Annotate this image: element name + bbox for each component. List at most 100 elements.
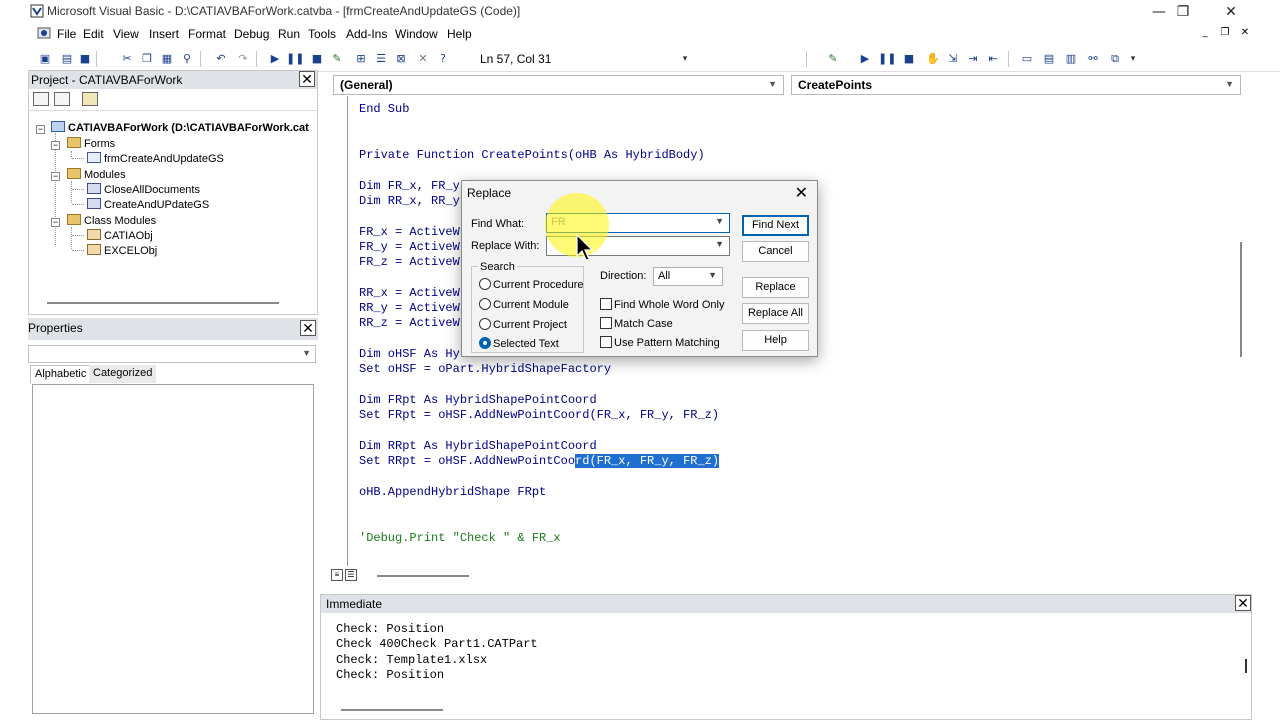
- toolbox-icon[interactable]: ✕: [414, 50, 432, 68]
- view-excel-icon[interactable]: ▣: [36, 50, 54, 68]
- view-code-icon[interactable]: [33, 92, 49, 106]
- code-horizontal-scrollbar[interactable]: [377, 575, 469, 577]
- help-button[interactable]: Help: [742, 330, 809, 351]
- project-horizontal-scrollbar[interactable]: [47, 302, 279, 304]
- cancel-button[interactable]: Cancel: [742, 241, 809, 262]
- dialog-close-button[interactable]: ✕: [795, 183, 808, 202]
- insert-userform-icon[interactable]: ▤: [58, 50, 76, 68]
- watch-window-icon[interactable]: ▥: [1062, 50, 1080, 68]
- toggle-folders-icon[interactable]: [82, 92, 98, 106]
- menu-run[interactable]: Run: [278, 27, 300, 41]
- mdi-restore-button[interactable]: ❐: [1218, 26, 1232, 40]
- project-explorer: Project - CATIAVBAForWork ✕ − CATIAVBAFo…: [28, 70, 318, 315]
- use-pattern-matching-checkbox[interactable]: Use Pattern Matching: [600, 336, 720, 349]
- paste-icon[interactable]: ▦: [158, 50, 176, 68]
- project-explorer-close-button[interactable]: ✕: [299, 71, 315, 88]
- tab-alphabetic[interactable]: Alphabetic: [30, 365, 92, 383]
- properties-window-icon[interactable]: ☰: [372, 50, 390, 68]
- view-object-icon[interactable]: [54, 92, 70, 106]
- project-explorer-icon[interactable]: ⊞: [352, 50, 370, 68]
- mdi-close-button[interactable]: ✕: [1238, 26, 1252, 40]
- properties-object-select[interactable]: ▼: [28, 345, 316, 363]
- object-browser-icon[interactable]: ⊠: [392, 50, 410, 68]
- tree-item-createandupdategs[interactable]: CreateAndUPdateGS: [87, 198, 209, 211]
- step-into-icon[interactable]: ⇲: [944, 50, 962, 68]
- save-icon[interactable]: ■: [76, 50, 94, 68]
- procedure-view-button[interactable]: ≡: [331, 569, 343, 581]
- procedure-combo[interactable]: CreatePoints ▼: [791, 75, 1241, 95]
- debug-reset-icon[interactable]: ■: [900, 50, 918, 68]
- menu-debug[interactable]: Debug: [234, 27, 269, 41]
- menu-edit[interactable]: Edit: [83, 27, 104, 41]
- menu-view[interactable]: View: [113, 27, 139, 41]
- restore-button[interactable]: ❐: [1160, 1, 1206, 23]
- find-whole-word-checkbox[interactable]: Find Whole Word Only: [600, 298, 724, 311]
- modules-collapse-toggle[interactable]: −: [51, 172, 60, 181]
- radio-current-procedure[interactable]: Current Procedure: [479, 278, 584, 291]
- immediate-close-button[interactable]: ✕: [1235, 595, 1251, 612]
- class-modules-collapse-toggle[interactable]: −: [51, 218, 60, 227]
- step-out-icon[interactable]: ⇤: [984, 50, 1002, 68]
- tree-item-closealldocuments[interactable]: CloseAllDocuments: [87, 183, 200, 196]
- menu-format[interactable]: Format: [188, 27, 226, 41]
- tree-item-excelobj[interactable]: EXCELObj: [87, 244, 157, 257]
- root-collapse-toggle[interactable]: −: [36, 125, 45, 134]
- toggle-breakpoint-icon[interactable]: ✋: [924, 50, 942, 68]
- radio-current-module[interactable]: Current Module: [479, 298, 569, 311]
- vba-menu-icon[interactable]: [37, 26, 51, 40]
- menu-tools[interactable]: Tools: [308, 27, 336, 41]
- tree-item-class-modules-folder[interactable]: Class Modules: [67, 214, 156, 227]
- direction-select[interactable]: All ▼: [653, 267, 723, 286]
- reset-icon[interactable]: ■: [308, 50, 326, 68]
- immediate-vertical-scrollbar[interactable]: [1245, 659, 1247, 673]
- debug-break-icon[interactable]: ❚❚: [878, 50, 896, 68]
- radio-current-project[interactable]: Current Project: [479, 318, 567, 331]
- cut-icon[interactable]: ✂: [118, 50, 136, 68]
- full-module-view-button[interactable]: ☰: [345, 569, 357, 581]
- design-mode-icon[interactable]: ✎: [328, 50, 346, 68]
- code-vertical-scrollbar[interactable]: [1240, 242, 1242, 357]
- replace-all-button[interactable]: Replace All: [742, 303, 809, 324]
- mdi-minimize-button[interactable]: _: [1198, 26, 1212, 40]
- menu-file[interactable]: File: [57, 27, 76, 41]
- copy-icon[interactable]: ❐: [138, 50, 156, 68]
- debug-toolbar-dropdown-icon[interactable]: ▾: [1124, 50, 1142, 68]
- break-icon[interactable]: ❚❚: [286, 50, 304, 68]
- immediate-window-icon[interactable]: ▤: [1040, 50, 1058, 68]
- properties-close-button[interactable]: ✕: [300, 320, 316, 337]
- object-combo[interactable]: (General) ▼: [333, 75, 784, 95]
- close-window-button[interactable]: ✕: [1208, 1, 1254, 23]
- call-stack-icon[interactable]: ⧉: [1106, 50, 1124, 68]
- find-icon[interactable]: ⚲: [178, 50, 196, 68]
- debug-run-icon[interactable]: ▶: [856, 50, 874, 68]
- step-over-icon[interactable]: ⇥: [964, 50, 982, 68]
- tree-item-forms-folder[interactable]: Forms: [67, 137, 115, 150]
- replace-button[interactable]: Replace: [742, 277, 809, 298]
- properties-grid[interactable]: [32, 384, 314, 714]
- quick-watch-icon[interactable]: ⚯: [1084, 50, 1102, 68]
- tree-item-frmcreateandupdategs[interactable]: frmCreateAndUpdateGS: [87, 152, 224, 165]
- find-next-button[interactable]: Find Next: [742, 215, 809, 236]
- redo-icon[interactable]: ↷: [234, 50, 252, 68]
- tree-item-label: EXCELObj: [104, 245, 158, 257]
- tree-item-project-root[interactable]: CATIAVBAForWork (D:\CATIAVBAForWork.cat: [51, 121, 309, 134]
- debug-design-mode-icon[interactable]: ✎: [824, 50, 842, 68]
- immediate-output[interactable]: Check: Position Check 400Check Part1.CAT…: [321, 613, 1251, 719]
- tree-item-modules-folder[interactable]: Modules: [67, 168, 126, 181]
- menu-addins[interactable]: Add-Ins: [346, 27, 387, 41]
- tree-item-catiaobj[interactable]: CATIAObj: [87, 229, 153, 242]
- menu-insert[interactable]: Insert: [149, 27, 179, 41]
- locals-window-icon[interactable]: ▭: [1018, 50, 1036, 68]
- radio-selected-text[interactable]: Selected Text: [479, 337, 559, 350]
- tab-categorized[interactable]: Categorized: [89, 365, 157, 383]
- menu-window[interactable]: Window: [395, 27, 438, 41]
- help-icon[interactable]: ?: [434, 50, 452, 68]
- undo-icon[interactable]: ↶: [212, 50, 230, 68]
- toolbar-dropdown-icon[interactable]: ▾: [676, 50, 694, 68]
- menu-help[interactable]: Help: [447, 27, 472, 41]
- tree-item-label: CATIAVBAForWork (D:\CATIAVBAForWork.cat: [68, 122, 309, 134]
- immediate-horizontal-scrollbar[interactable]: [341, 709, 443, 711]
- run-icon[interactable]: ▶: [266, 50, 284, 68]
- match-case-checkbox[interactable]: Match Case: [600, 317, 673, 330]
- forms-collapse-toggle[interactable]: −: [51, 141, 60, 150]
